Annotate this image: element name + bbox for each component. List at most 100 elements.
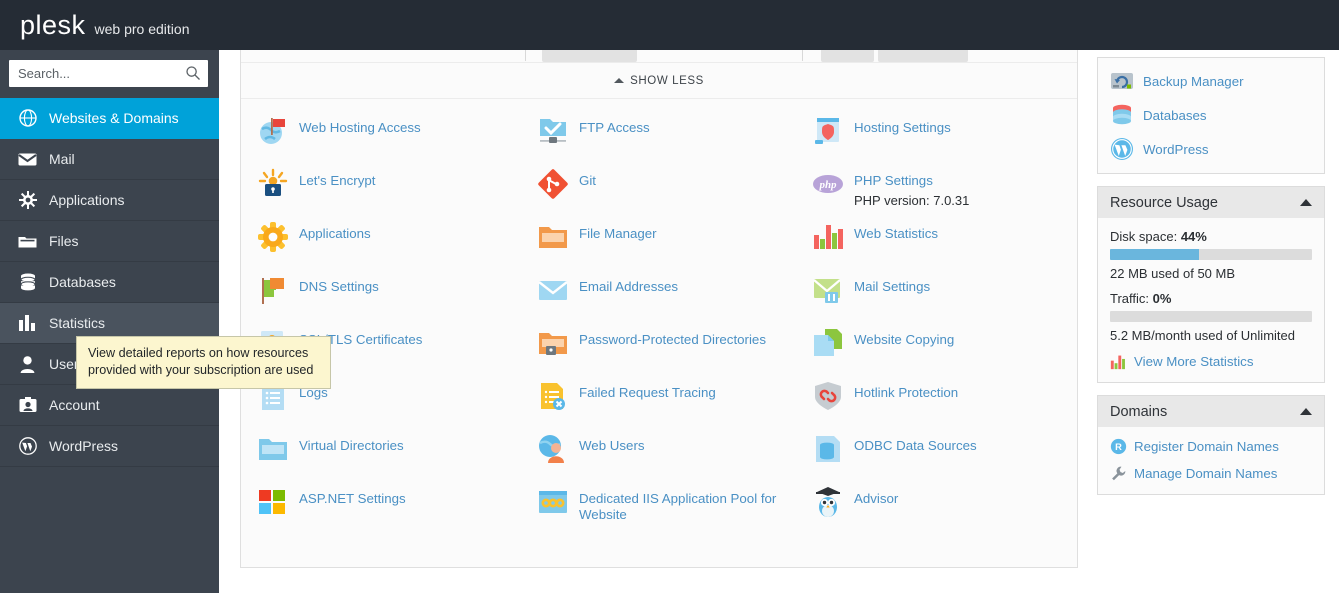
tool-text: Web Hosting Access (299, 115, 421, 136)
tool-label: File Manager (579, 226, 657, 241)
tool-file-manager[interactable]: File Manager (537, 221, 812, 274)
toolbar-separator-1 (525, 50, 526, 61)
sidebar-label: Account (49, 397, 100, 413)
tool-aspnet-settings[interactable]: ASP.NET Settings (257, 486, 537, 539)
tool-label: Dedicated IIS Application Pool for Websi… (579, 491, 777, 522)
tool-website-copying[interactable]: Website Copying (812, 327, 1077, 380)
git-icon (538, 169, 568, 199)
traffic-text: Traffic: (1110, 291, 1150, 306)
right-rail: Backup Manager Databases WordPress Resou… (1097, 57, 1325, 507)
sidebar-item-databases[interactable]: Databases (0, 262, 219, 303)
tool-text: ASP.NET Settings (299, 486, 406, 507)
tool-web-users[interactable]: Web Users (537, 433, 812, 486)
resource-usage-title: Resource Usage (1110, 194, 1218, 211)
tool-git[interactable]: Git (537, 168, 812, 221)
search-box[interactable] (9, 60, 208, 87)
rail-link-label: Backup Manager (1143, 73, 1244, 89)
lets-encrypt-icon (258, 168, 288, 196)
show-less-label: SHOW LESS (630, 74, 704, 87)
tool-web-statistics[interactable]: Web Statistics (812, 221, 1077, 274)
tool-text: DNS Settings (299, 274, 379, 295)
tool-failed-request-tracing[interactable]: Failed Request Tracing (537, 380, 812, 433)
rail-link-databases[interactable]: Databases (1110, 103, 1312, 127)
resource-usage-header[interactable]: Resource Usage (1098, 187, 1324, 218)
tool-mail-settings[interactable]: Mail Settings (812, 274, 1077, 327)
tool-text: Applications (299, 221, 371, 242)
manage-domain-names-link[interactable]: Manage Domain Names (1110, 465, 1312, 482)
tool-text: PHP Settings PHP version: 7.0.31 (854, 168, 969, 209)
view-more-statistics-link[interactable]: View More Statistics (1110, 353, 1312, 370)
advisor-owl-icon (816, 487, 840, 517)
id-card-icon (18, 396, 37, 415)
tool-ftp-access[interactable]: FTP Access (537, 115, 812, 168)
tool-label: Let's Encrypt (299, 173, 376, 188)
sidebar-item-applications[interactable]: Applications (0, 180, 219, 221)
search-icon[interactable] (185, 65, 201, 81)
sidebar-item-mail[interactable]: Mail (0, 139, 219, 180)
collapse-chevron-up-icon[interactable] (1300, 199, 1312, 206)
edition-label: web pro edition (94, 20, 190, 37)
tool-web-hosting-access[interactable]: Web Hosting Access (257, 115, 537, 168)
iis-pool-icon (539, 491, 567, 513)
search-input[interactable] (9, 60, 208, 87)
traffic-percent: 0% (1152, 291, 1172, 306)
tool-hotlink-protection[interactable]: Hotlink Protection (812, 380, 1077, 433)
rail-link-label: Manage Domain Names (1134, 466, 1278, 481)
tool-label: Web Users (579, 438, 645, 453)
rail-link-wordpress[interactable]: WordPress (1110, 137, 1312, 161)
sidebar-item-account[interactable]: Account (0, 385, 219, 426)
toolbar-separator-2 (802, 50, 803, 61)
tool-label: Failed Request Tracing (579, 385, 716, 400)
bar-chart-icon (18, 314, 37, 333)
tool-label: ODBC Data Sources (854, 438, 977, 453)
website-copying-icon (814, 329, 842, 356)
sidebar: Websites & Domains Mail Applicat (0, 50, 219, 593)
aspnet-icon (259, 490, 285, 514)
show-less-toggle[interactable]: SHOW LESS (241, 63, 1077, 99)
traffic-label: Traffic: 0% (1110, 291, 1312, 306)
php-version-text: PHP version: 7.0.31 (854, 193, 970, 208)
tool-label: FTP Access (579, 120, 650, 135)
tool-php-settings[interactable]: php PHP Settings PHP version: 7.0.31 (812, 168, 1077, 221)
sidebar-item-files[interactable]: Files (0, 221, 219, 262)
tool-email-addresses[interactable]: Email Addresses (537, 274, 812, 327)
clipped-button-3[interactable] (878, 50, 968, 62)
tool-hosting-settings[interactable]: Hosting Settings (812, 115, 1077, 168)
register-domain-names-link[interactable]: R Register Domain Names (1110, 438, 1312, 455)
clipped-button-2[interactable] (821, 50, 874, 62)
disk-space-percent: 44% (1180, 229, 1207, 244)
collapse-chevron-up-icon[interactable] (1300, 408, 1312, 415)
clipped-button-1[interactable] (542, 50, 637, 62)
disk-space-note: 22 MB used of 50 MB (1110, 266, 1236, 281)
tool-label: Email Addresses (579, 279, 679, 294)
tool-label: Virtual Directories (299, 438, 404, 453)
tool-applications[interactable]: Applications (257, 221, 537, 274)
view-more-statistics-label: View More Statistics (1134, 354, 1254, 369)
odbc-icon (816, 436, 840, 462)
folder-orange-icon (539, 227, 567, 248)
tool-odbc-data-sources[interactable]: ODBC Data Sources (812, 433, 1077, 486)
tool-text: Advisor (854, 486, 898, 507)
web-users-icon (539, 435, 564, 463)
rail-link-backup-manager[interactable]: Backup Manager (1110, 69, 1312, 93)
tool-lets-encrypt[interactable]: Let's Encrypt (257, 168, 537, 221)
main-content: SHOW LESS Web Hosting Access Let's Encry… (219, 50, 1339, 593)
tool-text: ODBC Data Sources (854, 433, 977, 454)
plesk-logo[interactable]: plesk web pro edition (13, 11, 190, 55)
sidebar-item-wordpress[interactable]: WordPress (0, 426, 219, 467)
tool-advisor[interactable]: Advisor (812, 486, 1077, 539)
wrench-icon (1112, 466, 1126, 481)
sidebar-item-websites-domains[interactable]: Websites & Domains (0, 98, 219, 139)
tool-dedicated-iis-application-pool[interactable]: Dedicated IIS Application Pool for Websi… (537, 486, 812, 539)
disk-space-text: Disk space: (1110, 229, 1178, 244)
clipped-toolbar-row (241, 50, 1077, 63)
resource-usage-card: Resource Usage Disk space: 44% 22 MB use… (1097, 186, 1325, 383)
tool-text: Let's Encrypt (299, 168, 375, 189)
sidebar-label: Files (49, 233, 79, 249)
tool-virtual-directories[interactable]: Virtual Directories (257, 433, 537, 486)
tool-password-protected-directories[interactable]: Password-Protected Directories (537, 327, 812, 380)
tool-dns-settings[interactable]: DNS Settings (257, 274, 537, 327)
domains-header[interactable]: Domains (1098, 396, 1324, 427)
backup-icon (1111, 73, 1133, 89)
gear-orange-icon (258, 222, 288, 252)
